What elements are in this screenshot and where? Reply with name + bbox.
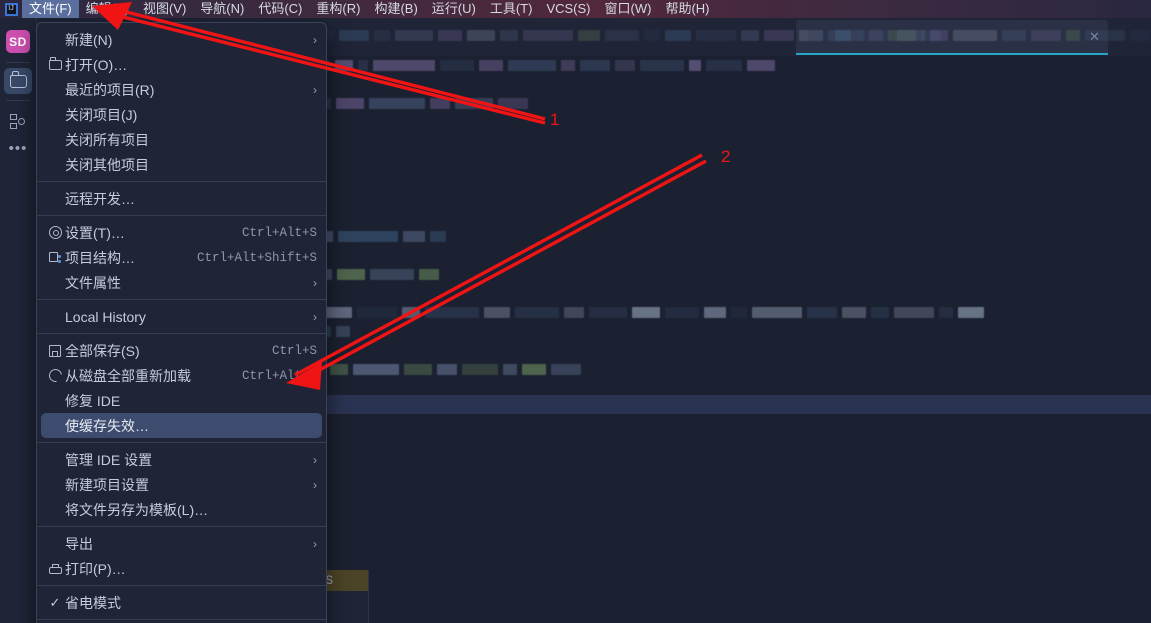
menu-item-0-3[interactable]: 关闭项目(J) (37, 102, 326, 127)
menu-item-shortcut: Ctrl+Alt+Y (241, 368, 317, 383)
menu-item-0-0[interactable]: 新建(N) › (37, 27, 326, 52)
menu-bar-item-10[interactable]: 窗口(W) (598, 0, 659, 18)
menu-separator (37, 299, 326, 300)
menu-bar-item-3[interactable]: 导航(N) (193, 0, 251, 18)
menu-item-4-3[interactable]: 使缓存失效… (41, 413, 322, 438)
menu-item-label: 打印(P)… (65, 560, 126, 577)
menu-bar-item-0[interactable]: 文件(F) (22, 0, 79, 18)
annotation-label-1: 1 (550, 110, 560, 129)
chevron-right-icon: › (313, 32, 317, 47)
menu-separator (37, 215, 326, 216)
menu-item-label: 项目结构… (65, 249, 135, 266)
folder-icon (45, 57, 65, 70)
menu-bar-items: 文件(F) 编辑(E) 视图(V) 导航(N) 代码(C) 重构(R) 构建(B) 运行(U)… (22, 0, 716, 18)
menu-item-label: 文件属性 (65, 274, 121, 291)
gear-icon (45, 226, 65, 239)
tab-title-redacted (808, 30, 1151, 41)
menu-item-3-0[interactable]: Local History › (37, 304, 326, 329)
toolstrip-divider (6, 62, 30, 63)
menu-item-7-0[interactable]: ✓ 省电模式 (37, 590, 326, 615)
chevron-right-icon: › (313, 452, 317, 467)
menu-bar-item-6[interactable]: 构建(B) (367, 0, 424, 18)
sidebar-item-structure[interactable] (4, 108, 32, 134)
more-dots-icon: ••• (8, 140, 28, 157)
menu-item-shortcut: Ctrl+Alt+S (241, 225, 317, 240)
menu-item-label: 新建项目设置 (65, 476, 149, 493)
folder-icon (9, 71, 27, 88)
menu-item-2-0[interactable]: 设置(T)… Ctrl+Alt+S (37, 220, 326, 245)
project-structure-icon (45, 252, 65, 263)
annotation-label-2: 2 (721, 147, 731, 166)
menu-item-label: Local History (65, 308, 146, 325)
menu-item-label: 修复 IDE (65, 392, 121, 409)
menu-item-label: 从磁盘全部重新加载 (65, 367, 191, 384)
menu-item-5-1[interactable]: 新建项目设置 › (37, 472, 326, 497)
menu-item-label: 全部保存(S) (65, 342, 140, 359)
menu-item-0-2[interactable]: 最近的项目(R) › (37, 77, 326, 102)
menu-item-label: 关闭其他项目 (65, 156, 149, 173)
check-icon: ✓ (49, 594, 61, 610)
ide-window: 文件(F)编辑(E)视图(V)导航(N)代码(C)重构(R)构建(B)运行(U)… (0, 0, 1151, 623)
menu-item-label: 打开(O)… (65, 56, 128, 73)
menu-item-label: 省电模式 (65, 594, 121, 611)
file-menu-dropdown: 新建(N) › 打开(O)… 最近的项目(R) › 关闭项目(J) 关闭所有项目 关闭其他项目… (36, 22, 327, 623)
avatar[interactable]: SD (6, 30, 30, 53)
menu-item-label: 使缓存失效… (65, 417, 149, 434)
sidebar-item-more[interactable]: ••• (4, 136, 32, 162)
menu-item-label: 远程开发… (65, 190, 135, 207)
menu-separator (37, 333, 326, 334)
menu-item-2-2[interactable]: 文件属性 › (37, 270, 326, 295)
chevron-right-icon: › (313, 309, 317, 324)
menu-bar: 文件(F)编辑(E)视图(V)导航(N)代码(C)重构(R)构建(B)运行(U)… (0, 0, 1151, 18)
menu-item-4-2[interactable]: 修复 IDE (37, 388, 326, 413)
menu-item-5-2[interactable]: 将文件另存为模板(L)… (37, 497, 326, 522)
menu-item-0-1[interactable]: 打开(O)… (37, 52, 326, 77)
menu-separator (37, 442, 326, 443)
menu-item-0-4[interactable]: 关闭所有项目 (37, 127, 326, 152)
app-logo-icon (0, 0, 22, 18)
menu-item-4-0[interactable]: 全部保存(S) Ctrl+S (37, 338, 326, 363)
menu-item-label: 导出 (65, 535, 93, 552)
menu-item-label: 关闭项目(J) (65, 106, 138, 123)
menu-item-0-5[interactable]: 关闭其他项目 (37, 152, 326, 177)
left-tool-strip: SD ••• (0, 18, 37, 623)
chevron-right-icon: › (313, 477, 317, 492)
menu-bar-item-1[interactable]: 编辑(E) (79, 0, 136, 18)
reload-icon (45, 366, 65, 385)
menu-item-label: 管理 IDE 设置 (65, 451, 153, 468)
menu-item-shortcut: Ctrl+S (271, 343, 317, 358)
chevron-right-icon: › (313, 275, 317, 290)
menu-separator (37, 619, 326, 620)
menu-item-4-1[interactable]: 从磁盘全部重新加载 Ctrl+Alt+Y (37, 363, 326, 388)
menu-separator (37, 585, 326, 586)
sidebar-item-project[interactable] (4, 68, 32, 94)
menu-separator (37, 526, 326, 527)
menu-item-1-0[interactable]: 远程开发… (37, 186, 326, 211)
menu-bar-item-5[interactable]: 重构(R) (309, 0, 367, 18)
toolstrip-divider (6, 100, 30, 101)
menu-item-2-1[interactable]: 项目结构… Ctrl+Alt+Shift+S (37, 245, 326, 270)
menu-item-6-0[interactable]: 导出 › (37, 531, 326, 556)
menu-bar-item-11[interactable]: 帮助(H) (658, 0, 716, 18)
menu-bar-item-7[interactable]: 运行(U) (425, 0, 483, 18)
menu-item-label: 最近的项目(R) (65, 81, 155, 98)
structure-icon (10, 113, 26, 129)
menu-item-label: 新建(N) (65, 31, 113, 48)
menu-item-5-0[interactable]: 管理 IDE 设置 › (37, 447, 326, 472)
menu-bar-item-2[interactable]: 视图(V) (136, 0, 193, 18)
chevron-right-icon: › (313, 82, 317, 97)
menu-item-label: 关闭所有项目 (65, 131, 149, 148)
menu-bar-item-9[interactable]: VCS(S) (539, 0, 597, 18)
menu-bar-item-8[interactable]: 工具(T) (483, 0, 540, 18)
print-icon (45, 563, 65, 574)
menu-item-6-1[interactable]: 打印(P)… (37, 556, 326, 581)
menu-item-label: 将文件另存为模板(L)… (65, 501, 209, 518)
menu-item-shortcut: Ctrl+Alt+Shift+S (196, 250, 317, 265)
menu-bar-item-4[interactable]: 代码(C) (251, 0, 309, 18)
menu-separator (37, 181, 326, 182)
save-icon (45, 344, 65, 357)
chevron-right-icon: › (313, 536, 317, 551)
menu-item-label: 设置(T)… (65, 224, 125, 241)
